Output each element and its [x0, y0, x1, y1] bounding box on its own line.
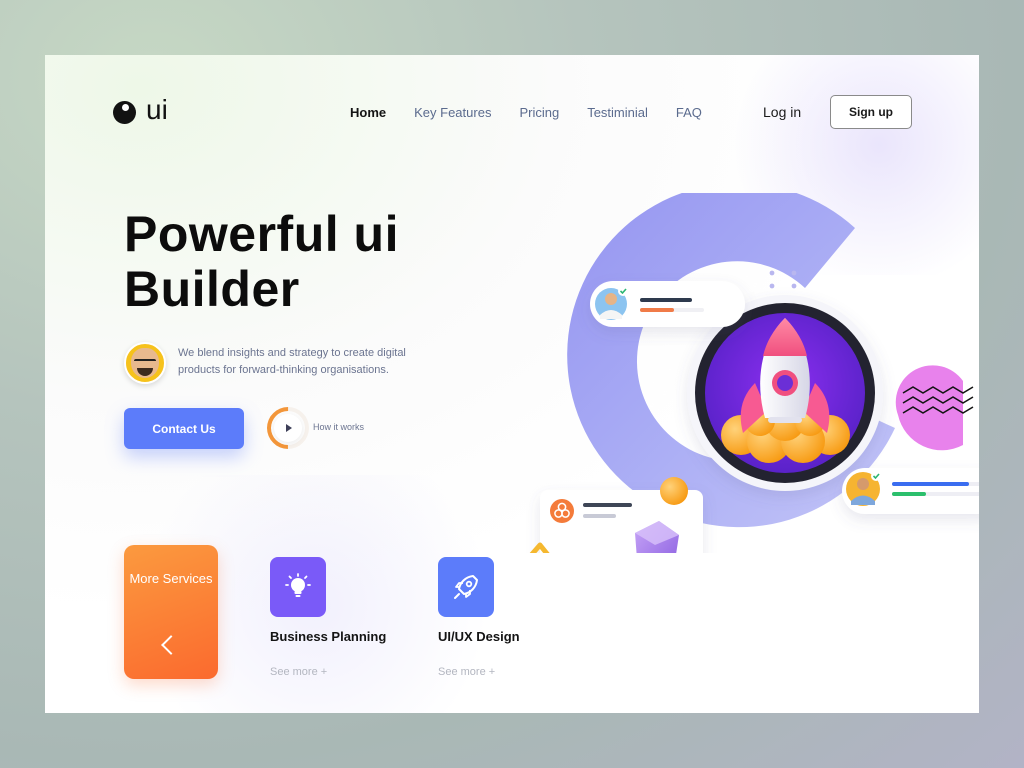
- logo-icon: [113, 100, 136, 124]
- hero-illustration: [529, 193, 979, 553]
- chevron-left-icon: [161, 635, 181, 655]
- logo-text: ui: [146, 94, 168, 125]
- see-more-link[interactable]: See more +: [270, 666, 386, 678]
- lightbulb-icon: [285, 573, 311, 597]
- rocket-icon: [454, 575, 478, 599]
- service-business-planning: Business Planning See more +: [270, 557, 386, 678]
- more-services-label: More Services: [129, 571, 213, 586]
- how-it-works-link[interactable]: How it works: [313, 422, 364, 432]
- nav-item-faq[interactable]: FAQ: [676, 105, 702, 120]
- landing-page: ui Home Key Features Pricing Testiminial…: [45, 55, 979, 713]
- service-title: UI/UX Design: [438, 629, 520, 644]
- login-link[interactable]: Log in: [763, 104, 801, 120]
- contact-us-button[interactable]: Contact Us: [124, 408, 244, 449]
- avatar: [124, 342, 166, 384]
- nav-item-key-features[interactable]: Key Features: [414, 105, 491, 120]
- service-ui-ux-design: UI/UX Design See more +: [438, 557, 520, 678]
- play-button[interactable]: [258, 398, 318, 458]
- play-icon: [286, 424, 292, 432]
- service-icon-button[interactable]: [270, 557, 326, 617]
- logo[interactable]: ui: [113, 96, 168, 124]
- service-icon-button[interactable]: [438, 557, 494, 617]
- hero-subtitle: We blend insights and strategy to create…: [178, 347, 406, 376]
- nav-item-testimonial[interactable]: Testiminial: [587, 105, 648, 120]
- see-more-link[interactable]: See more +: [438, 666, 520, 678]
- hero-title: Powerful ui Builder: [124, 206, 399, 317]
- service-title: Business Planning: [270, 629, 387, 644]
- nav-item-home[interactable]: Home: [350, 105, 386, 120]
- nav-item-pricing[interactable]: Pricing: [519, 105, 559, 120]
- avatar-face-icon: [131, 348, 159, 378]
- main-nav: Home Key Features Pricing Testiminial FA…: [350, 105, 702, 120]
- signup-button[interactable]: Sign up: [830, 95, 912, 129]
- more-services-card[interactable]: More Services: [124, 545, 218, 679]
